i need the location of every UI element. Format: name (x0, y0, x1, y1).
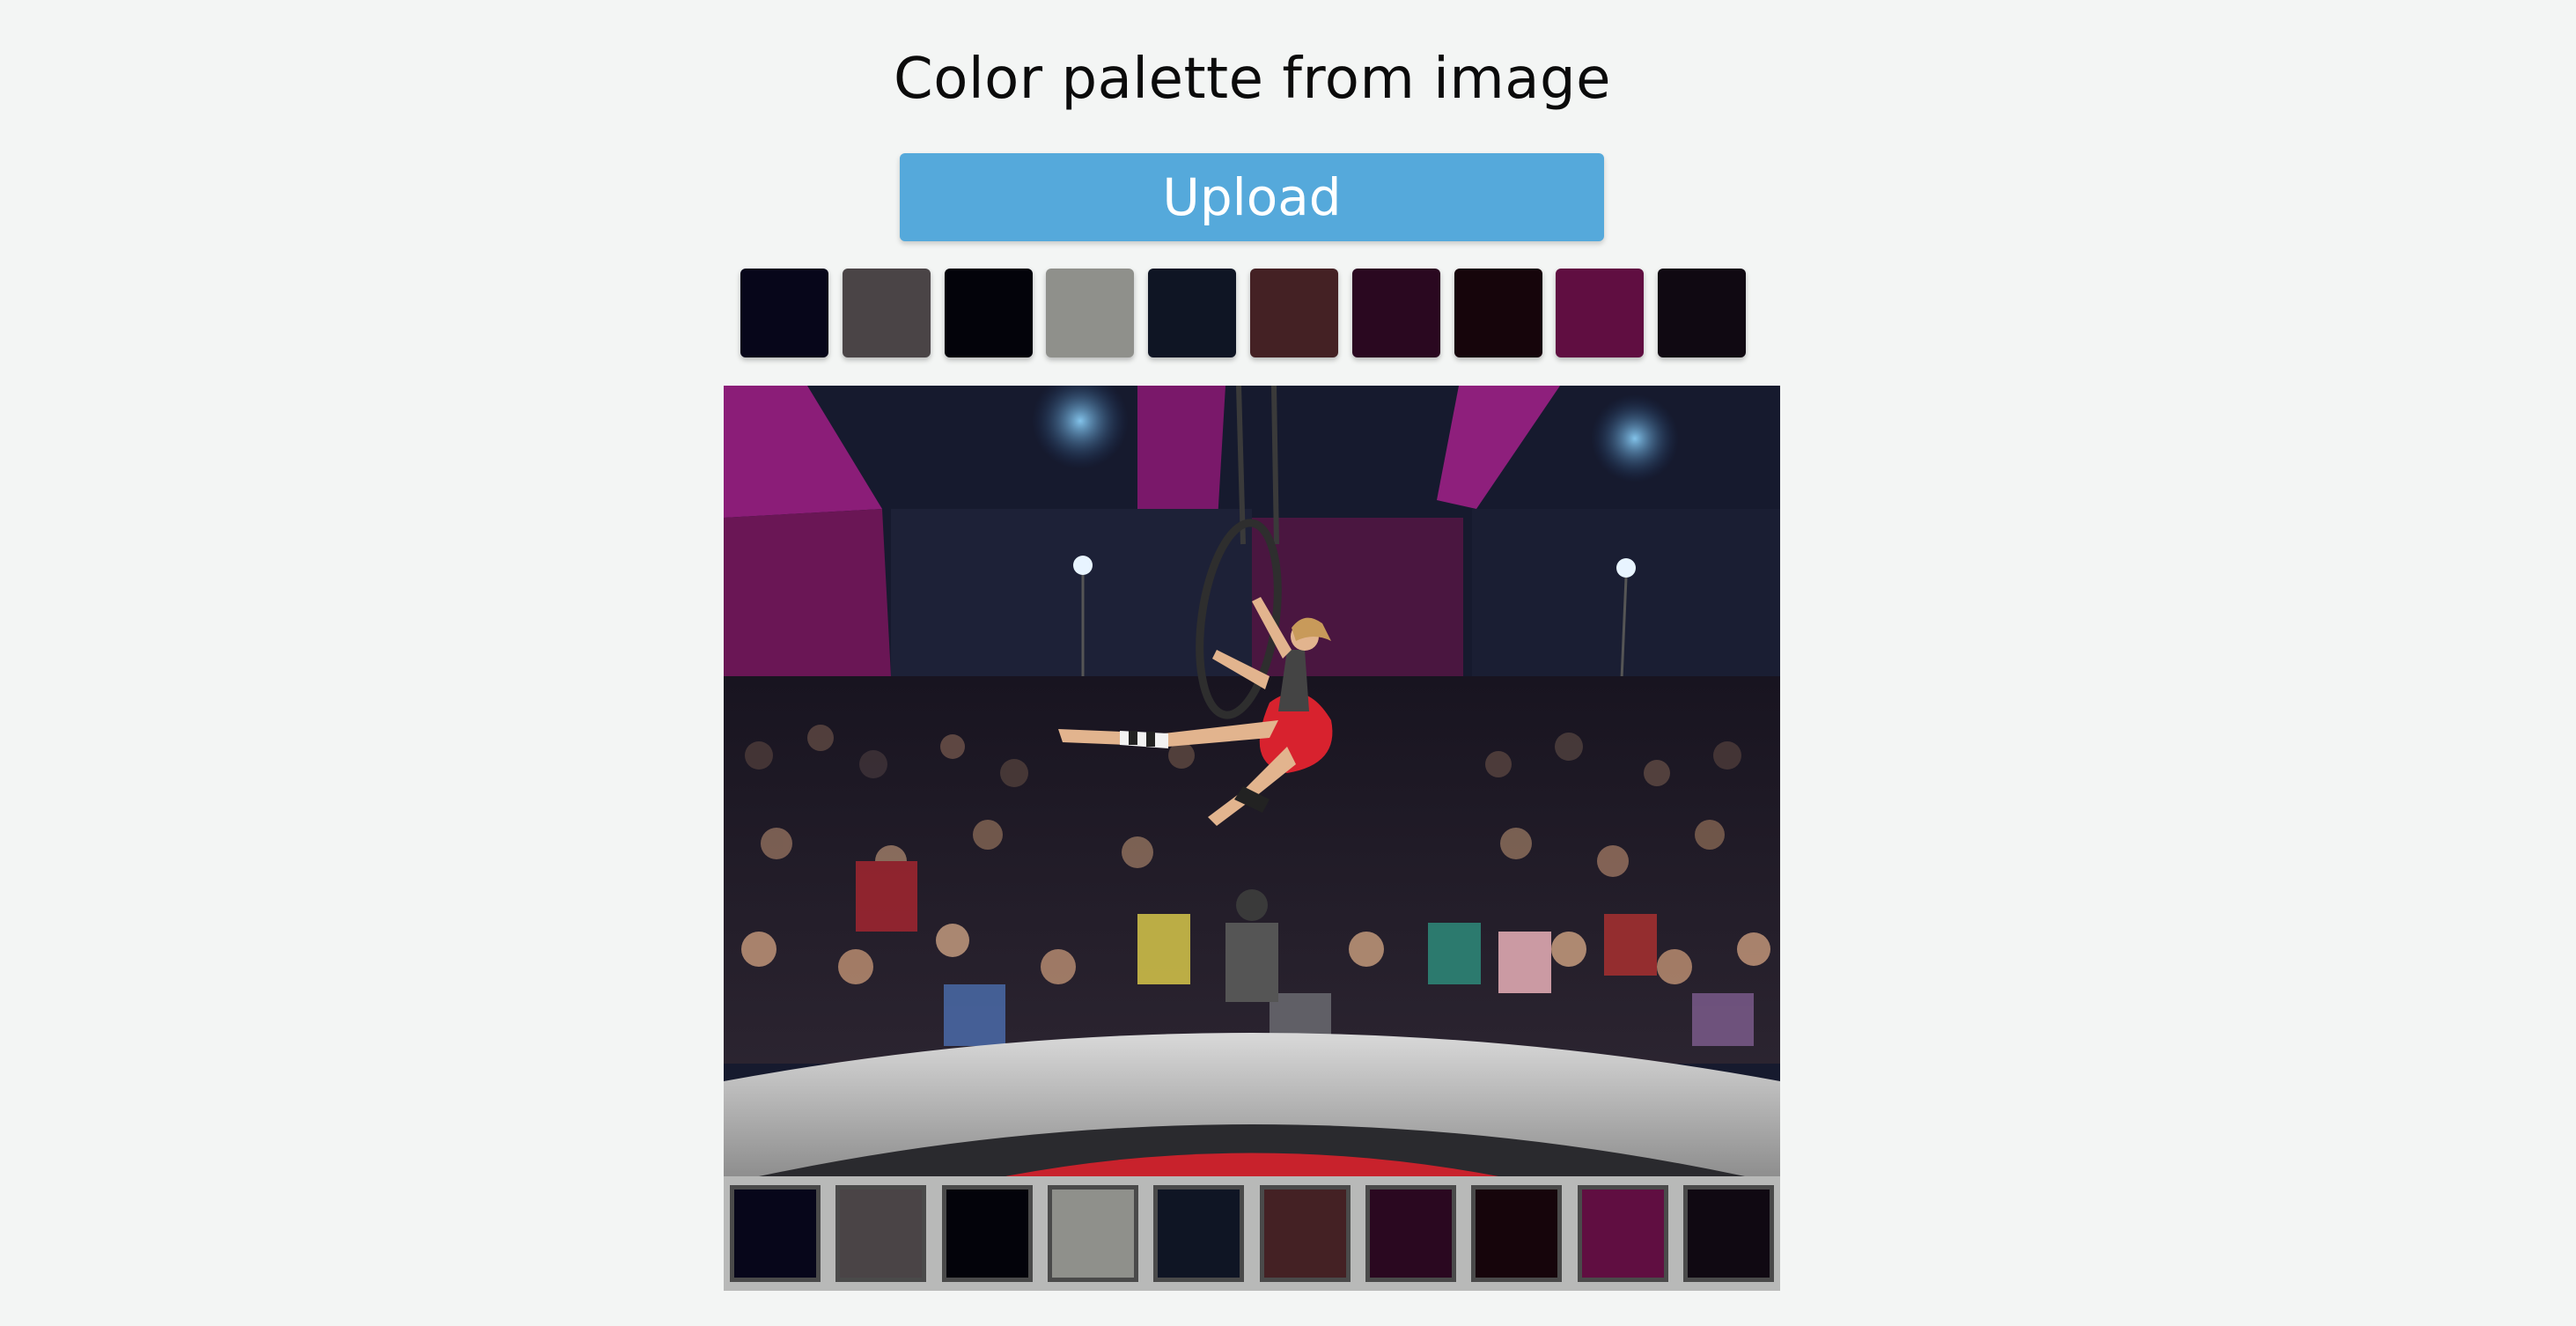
palette-swatch[interactable] (1148, 269, 1237, 357)
uploaded-image (724, 386, 1780, 1176)
palette-strip-cell (1153, 1185, 1245, 1282)
page: Color palette from image Upload (0, 0, 2576, 1326)
palette-strip-cell (1682, 1185, 1774, 1282)
palette-swatch[interactable] (944, 269, 1033, 357)
page-title: Color palette from image (894, 47, 1611, 112)
palette-strip-cell (1259, 1185, 1351, 1282)
palette-strip-cell (1365, 1185, 1456, 1282)
palette-swatch[interactable] (1454, 269, 1542, 357)
palette-strip-cell (1577, 1185, 1668, 1282)
palette-swatch[interactable] (740, 269, 828, 357)
palette-swatch[interactable] (1556, 269, 1645, 357)
palette-strip-cell (1047, 1185, 1138, 1282)
palette-swatch-row (740, 269, 1749, 357)
palette-swatch[interactable] (1351, 269, 1440, 357)
palette-swatch[interactable] (1046, 269, 1135, 357)
palette-strip-cell (730, 1185, 821, 1282)
palette-strip-cell (941, 1185, 1033, 1282)
palette-swatch[interactable] (1249, 269, 1338, 357)
palette-strip (724, 1176, 1780, 1291)
palette-strip-cell (835, 1185, 927, 1282)
circus-photo (724, 386, 1780, 1176)
palette-swatch[interactable] (842, 269, 931, 357)
palette-swatch[interactable] (1658, 269, 1747, 357)
palette-strip-cell (1471, 1185, 1563, 1282)
upload-button[interactable]: Upload (900, 153, 1604, 241)
